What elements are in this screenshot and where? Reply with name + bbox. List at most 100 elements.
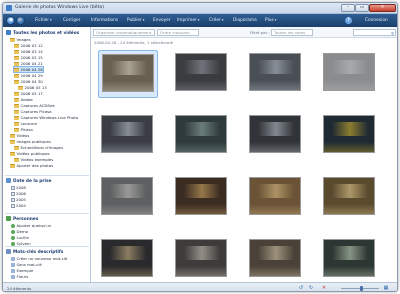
status-bar: 24 éléments ↺ ↻ ✕ ▦ xyxy=(3,282,397,291)
years-item[interactable]: 2008 xyxy=(11,185,26,190)
thumbnail[interactable] xyxy=(172,50,232,98)
person-icon xyxy=(11,229,15,234)
tags-item-label: Sans mot-clé xyxy=(16,262,42,267)
thumbnail[interactable] xyxy=(320,174,380,222)
people-heading[interactable]: Personnes xyxy=(6,216,38,222)
photo-image xyxy=(101,239,153,277)
thumbnail[interactable] xyxy=(98,112,158,160)
tree-item[interactable]: 2006 03 15 xyxy=(14,55,43,60)
tree-item[interactable]: Vidéos xyxy=(10,133,29,138)
tree-item[interactable]: 2006 04 21 xyxy=(14,61,43,66)
back-button[interactable]: ◀ xyxy=(6,16,15,25)
photo-floor xyxy=(102,266,152,276)
people-item[interactable]: Lucille xyxy=(11,235,29,240)
zoom-slider-thumb[interactable] xyxy=(360,285,364,291)
tree-item[interactable]: 2006 05 17 xyxy=(14,91,43,96)
photo-image xyxy=(249,115,301,153)
menu-publish[interactable]: Publier▾ xyxy=(127,18,144,23)
date-heading[interactable]: Date de la prise xyxy=(6,178,51,184)
delete-icon[interactable]: ✕ xyxy=(321,285,327,291)
tree-item[interactable]: Ajouter des photos xyxy=(10,163,53,168)
close-button[interactable]: ✕ xyxy=(369,4,396,12)
thumbnail[interactable] xyxy=(172,112,232,160)
minimize-button[interactable]: – xyxy=(341,4,355,12)
tree-item[interactable]: Echantillons d'images xyxy=(14,145,63,150)
thumbnail[interactable] xyxy=(172,174,232,222)
tree-item[interactable]: Vidéos publiques xyxy=(10,151,50,156)
photo-highlight xyxy=(332,246,368,260)
years-item[interactable]: 2006 xyxy=(11,191,26,196)
all-photos-label: Toutes les photos et vidéos xyxy=(13,31,80,36)
thumbnail[interactable] xyxy=(246,50,306,98)
thumbnail[interactable] xyxy=(172,236,232,282)
all-photos-heading[interactable]: Toutes les photos et vidéos xyxy=(6,30,79,36)
tags-item[interactable]: Créer un nouveau mot-clé xyxy=(11,256,67,261)
tree-item[interactable]: Images publiques xyxy=(10,139,51,144)
tags-item[interactable]: Exemple xyxy=(11,268,33,273)
photo-highlight xyxy=(184,184,220,198)
tree-item[interactable]: Vidéos exemples xyxy=(14,157,53,162)
tree-item[interactable]: Captures ACDSee xyxy=(14,103,55,108)
menu-slideshow[interactable]: Diaporama xyxy=(233,18,257,23)
help-icon[interactable]: ? xyxy=(345,17,352,24)
tree-item[interactable]: 2006 03 12 xyxy=(14,43,43,48)
search-icon[interactable]: ⚲ xyxy=(391,31,394,36)
thumbnail[interactable] xyxy=(246,236,306,282)
tree-item-label: Vidéos publiques xyxy=(16,151,50,156)
people-item[interactable]: Ajouter quelqu'un xyxy=(11,223,51,228)
search-input[interactable]: ⚲ xyxy=(353,29,396,36)
tags-item[interactable]: Fleurs xyxy=(11,274,28,279)
tree-item[interactable]: Images xyxy=(10,37,31,42)
menu-fix[interactable]: Corriger xyxy=(63,18,80,23)
menu-info[interactable]: Informations xyxy=(91,18,118,23)
tree-item-label: Ajouter des photos xyxy=(16,163,54,168)
connect-link[interactable]: Connexion xyxy=(365,18,388,23)
menu-send[interactable]: Envoyer xyxy=(153,18,171,23)
tree-item[interactable]: Captures Picasa xyxy=(14,109,52,114)
photo-image xyxy=(102,54,154,92)
person-icon xyxy=(11,235,15,240)
forward-button[interactable]: ▶ xyxy=(16,16,25,25)
thumbnail[interactable] xyxy=(320,236,380,282)
years-item-label: 2006 xyxy=(16,191,26,196)
tree-item[interactable]: 2006 05 13 xyxy=(18,85,47,90)
folder-icon xyxy=(14,122,19,126)
tags-heading[interactable]: Mots-clés descriptifs xyxy=(6,249,63,255)
menu-file[interactable]: Fichier▾ xyxy=(35,18,52,23)
thumbnail[interactable] xyxy=(246,174,306,222)
tags-item[interactable]: Sans mot-clé xyxy=(11,262,42,267)
order-dropdown[interactable]: Ordre croissant xyxy=(157,29,199,36)
tree-item-label: Adobe xyxy=(20,97,33,102)
menu-create[interactable]: Créer▾ xyxy=(209,18,223,23)
photo-highlight xyxy=(184,122,220,136)
thumbnail[interactable] xyxy=(98,236,158,282)
tree-item[interactable]: Adobe xyxy=(14,97,33,102)
tree-item[interactable]: 2006 04 29 xyxy=(14,73,43,78)
thumbnail[interactable] xyxy=(246,112,306,160)
years-item[interactable]: 2004 xyxy=(11,203,26,208)
photo-floor xyxy=(102,204,152,214)
sort-dropdown[interactable]: Organiser automatiquement xyxy=(93,29,155,36)
folder-icon xyxy=(14,116,19,120)
folder-icon xyxy=(10,134,15,138)
tree-item[interactable]: 2006 03 14 xyxy=(14,49,43,54)
tree-item-label: Captures Windows Live Photo xyxy=(20,115,79,120)
tree-item[interactable]: Captures Windows Live Photo xyxy=(14,115,78,120)
rotate-right-icon[interactable]: ↻ xyxy=(308,285,314,291)
thumbnail[interactable] xyxy=(98,50,158,98)
menu-print[interactable]: Imprimer▾ xyxy=(177,18,199,23)
years-item[interactable]: 2005 xyxy=(11,197,26,202)
rotate-left-icon[interactable]: ↺ xyxy=(298,285,304,291)
thumbnail[interactable] xyxy=(98,174,158,222)
thumbnail[interactable] xyxy=(320,112,380,160)
tree-item[interactable]: 2006 04 30 xyxy=(14,79,43,84)
menu-more[interactable]: Plus▾ xyxy=(265,18,276,23)
people-item[interactable]: Demo xyxy=(11,229,28,234)
tree-item[interactable]: 2006 04 28 xyxy=(13,66,44,73)
tree-item[interactable]: Picasa xyxy=(14,127,33,132)
tree-item[interactable]: Lecanne xyxy=(14,121,37,126)
grid-view-icon[interactable]: ▦ xyxy=(383,285,389,291)
thumbnail[interactable] xyxy=(320,50,380,98)
rating-filter-dropdown[interactable]: Toutes les notes xyxy=(271,29,313,36)
maximize-button[interactable]: ▭ xyxy=(355,4,369,12)
